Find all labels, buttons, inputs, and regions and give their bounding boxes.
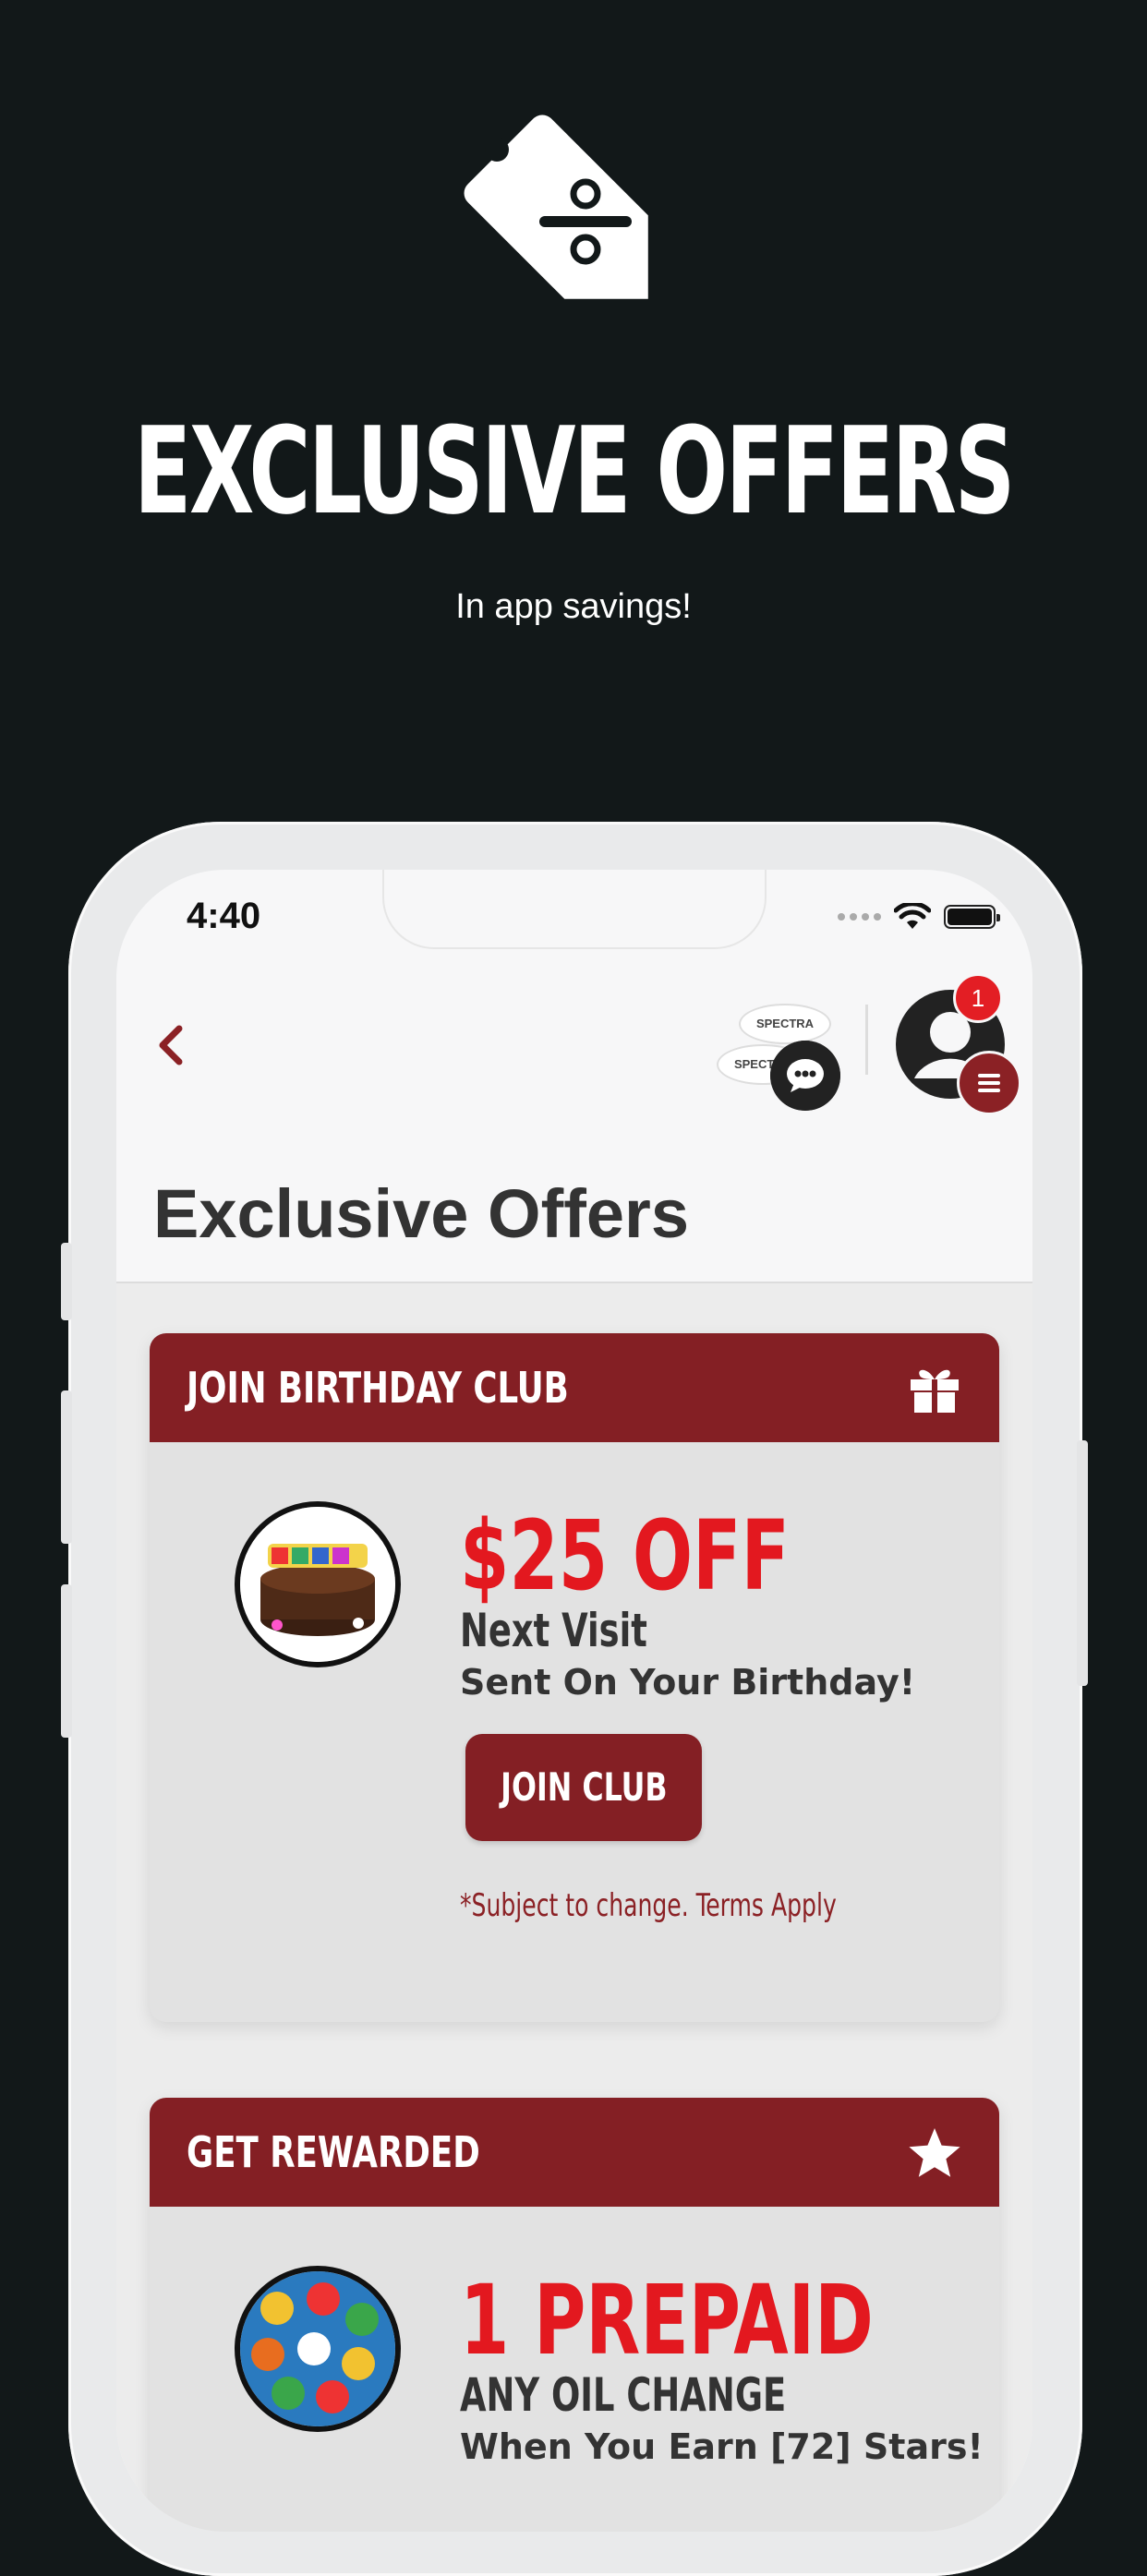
menu-icon[interactable] <box>957 1051 1021 1115</box>
birthday-cake-image <box>235 1501 401 1667</box>
notification-badge: 1 <box>953 973 1003 1023</box>
offer-detail: When You Earn [72] Stars! <box>460 2426 984 2467</box>
promo-subtitle: In app savings! <box>455 587 692 626</box>
app-screen: 4:40 SPECTRA SPECTRA 1 Exclusive Offers … <box>116 870 1032 2532</box>
offer-subtitle: Next Visit <box>460 1604 647 1657</box>
notch <box>382 870 767 949</box>
page-title: Exclusive Offers <box>153 1175 689 1252</box>
card-title: JOIN BIRTHDAY CLUB <box>187 1363 569 1413</box>
offer-detail: Sent On Your Birthday! <box>460 1662 916 1703</box>
offer-amount: 1 PREPAID <box>460 2264 874 2377</box>
price-tag-icon <box>464 114 648 299</box>
phone-volume-up <box>61 1390 72 1544</box>
status-icons <box>838 903 1000 931</box>
offer-card-rewards: GET REWARDED 1 PREPAID ANY OIL CHANGE Wh… <box>150 2098 999 2532</box>
offer-subtitle: ANY OIL CHANGE <box>460 2368 787 2422</box>
back-chevron-icon[interactable] <box>144 1017 199 1073</box>
signal-dots-icon <box>838 913 881 921</box>
card-header: GET REWARDED <box>150 2098 999 2207</box>
stars-image <box>235 2266 401 2432</box>
card-title: GET REWARDED <box>187 2127 480 2177</box>
status-time: 4:40 <box>187 896 261 936</box>
wifi-icon <box>894 903 931 929</box>
offers-list: JOIN BIRTHDAY CLUB $25 OFF Next Visit Se… <box>116 1282 1032 2532</box>
battery-icon <box>944 905 1000 929</box>
offer-amount: $25 OFF <box>460 1499 790 1612</box>
join-club-label: JOIN CLUB <box>500 1764 668 1810</box>
logo-chip-top: SPECTRA <box>739 1004 831 1044</box>
offer-card-birthday: JOIN BIRTHDAY CLUB $25 OFF Next Visit Se… <box>150 1333 999 2022</box>
card-header: JOIN BIRTHDAY CLUB <box>150 1333 999 1442</box>
phone-volume-down <box>61 1584 72 1738</box>
phone-power-button <box>1077 1440 1088 1686</box>
chat-icon[interactable] <box>770 1041 840 1111</box>
header-divider <box>865 1005 868 1075</box>
gift-icon <box>911 1369 959 1413</box>
star-icon <box>909 2128 960 2177</box>
join-club-button[interactable]: JOIN CLUB <box>465 1734 702 1841</box>
phone-side-button <box>61 1243 72 1320</box>
promo-title: EXCLUSIVE OFFERS <box>134 401 1015 541</box>
terms-text: *Subject to change. Terms Apply <box>460 1887 837 1924</box>
